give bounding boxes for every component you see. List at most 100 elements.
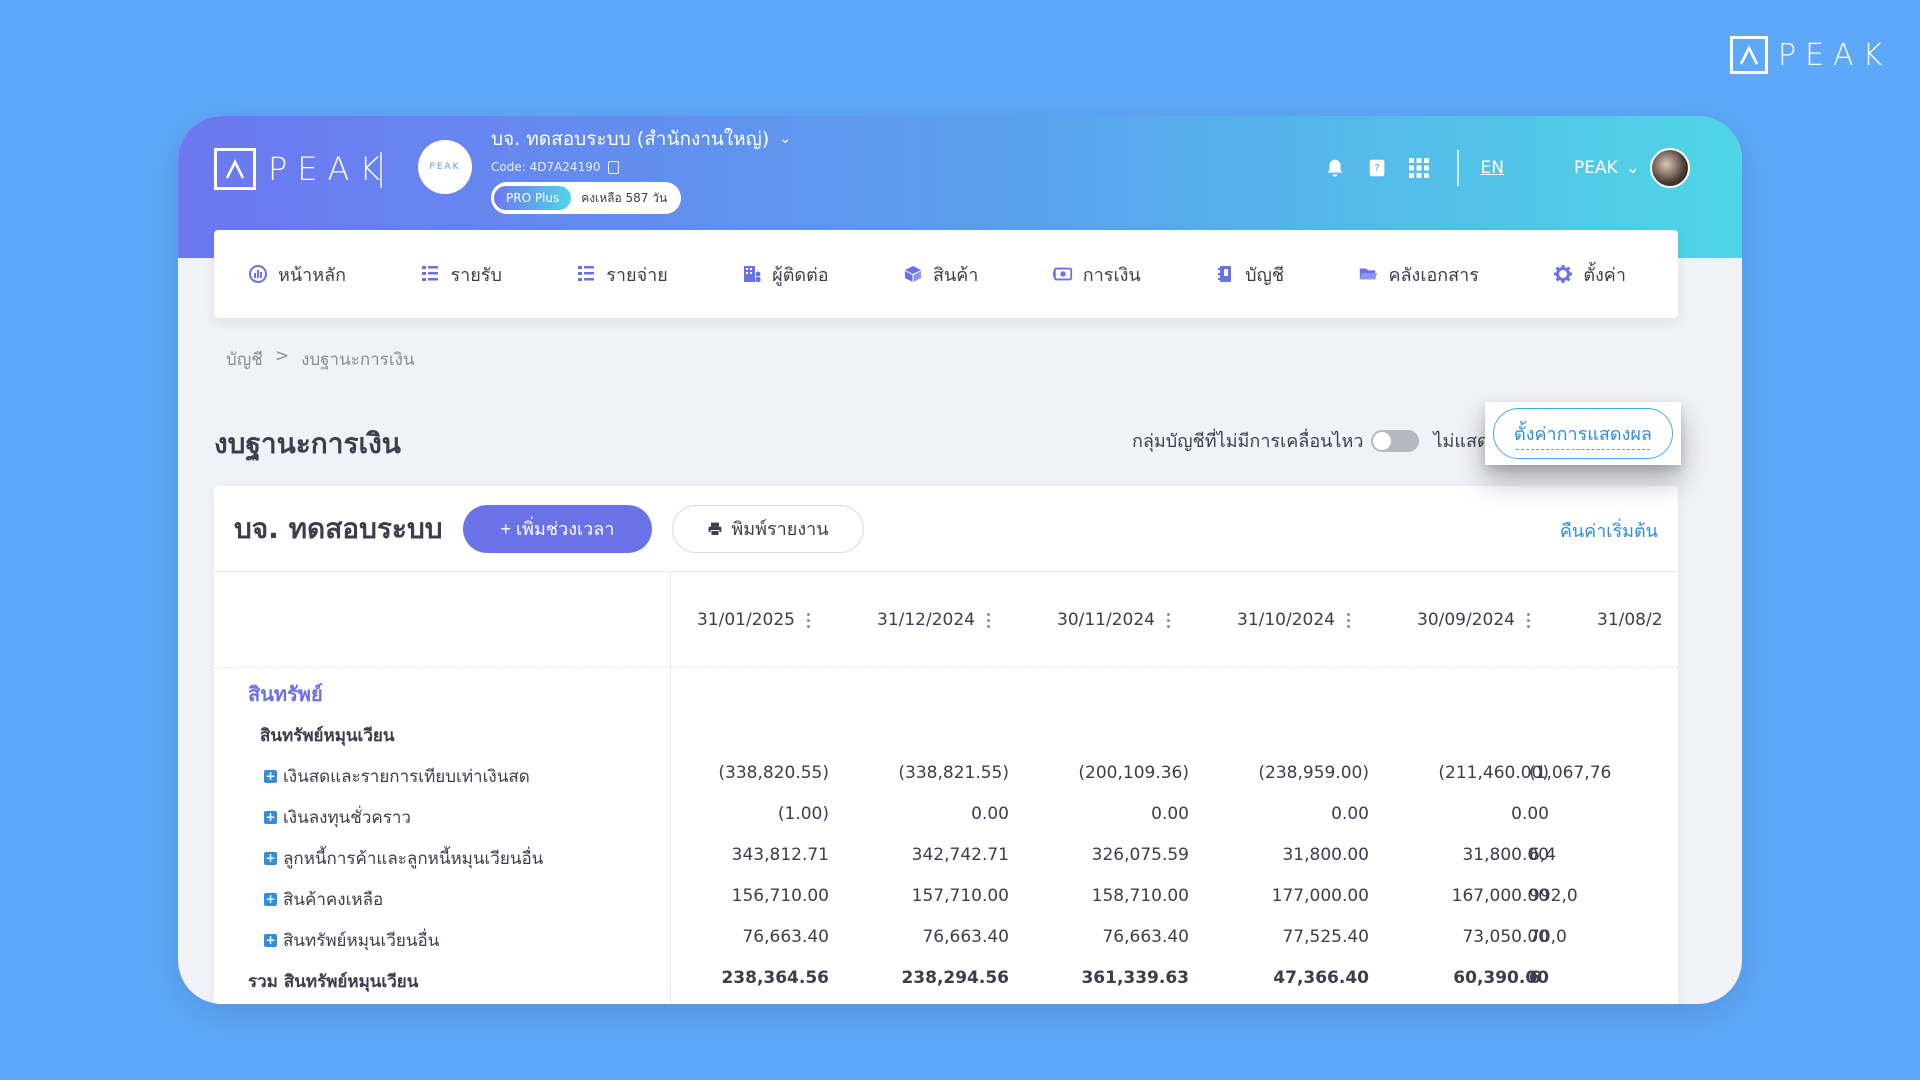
nav-label: การเงิน bbox=[1082, 264, 1141, 286]
nav-label: รายจ่าย bbox=[606, 264, 668, 286]
plan-days-remaining: คงเหลือ 587 วัน bbox=[581, 190, 668, 205]
language-switch[interactable]: EN bbox=[1481, 158, 1504, 178]
cell-value: 0.00 bbox=[1511, 804, 1549, 824]
nav-item-dashboard[interactable]: หน้าหลัก bbox=[248, 260, 346, 289]
inactive-accounts-toggle[interactable] bbox=[1371, 429, 1420, 452]
nav-item-contacts[interactable]: ผู้ติดต่อ bbox=[742, 260, 829, 289]
cell-value: 238,294.56 bbox=[901, 968, 1009, 988]
cell-value: (338,820.55) bbox=[718, 763, 829, 783]
table-row[interactable]: + เงินสดและรายการเทียบเท่าเงินสด (338,820.… bbox=[214, 753, 1678, 794]
date-column-header: 30/09/2024 bbox=[1417, 610, 1530, 630]
row-label-text: ลูกหนี้การค้าและลูกหนี้หมุนเวียนอื่น bbox=[283, 849, 544, 869]
more-options-icon[interactable] bbox=[1166, 612, 1170, 628]
copy-icon[interactable] bbox=[608, 160, 620, 174]
cell-value: 0.00 bbox=[1151, 804, 1189, 824]
row-label-text: สินทรัพย์หมุนเวียนอื่น bbox=[283, 931, 440, 951]
bell-icon[interactable] bbox=[1321, 154, 1349, 182]
gear-icon bbox=[1554, 265, 1573, 283]
row-label-text: เงินสดและรายการเทียบเท่าเงินสด bbox=[283, 767, 530, 787]
row-label: + เงินลงทุนชั่วคราว bbox=[264, 804, 411, 831]
nav-item-accounting[interactable]: บัญชี bbox=[1215, 260, 1284, 289]
nav-item-product[interactable]: สินค้า bbox=[903, 260, 978, 289]
cell-value: 157,710.00 bbox=[911, 886, 1009, 906]
cell-value: (1,067,76 bbox=[1529, 763, 1612, 783]
display-settings-button[interactable]: ตั้งค่าการแสดงผล bbox=[1493, 408, 1673, 459]
expand-plus-icon[interactable]: + bbox=[264, 770, 277, 783]
plan-pill[interactable]: PRO Plus คงเหลือ 587 วัน bbox=[491, 182, 682, 214]
company-selector[interactable]: บจ. ทดสอบระบบ (สำนักงานใหญ่) ⌄ bbox=[491, 124, 791, 154]
table-row[interactable]: + สินค้าคงเหลือ 156,710.00 157,710.00 158,71… bbox=[214, 876, 1678, 917]
contacts-icon bbox=[744, 266, 761, 282]
table-row: รวม สินทรัพย์หมุนเวียน 238,364.56 238,294.5… bbox=[214, 958, 1678, 999]
cell-value: 76,663.40 bbox=[1102, 927, 1189, 947]
table-body: สินทรัพย์ สินทรัพย์หมุนเวียน + เงินสดและราย… bbox=[214, 668, 1678, 999]
peak-logo-icon bbox=[214, 148, 256, 190]
display-settings-highlight: ตั้งค่าการแสดงผล bbox=[1485, 402, 1681, 465]
cell-value: 343,812.71 bbox=[731, 845, 829, 865]
svg-text:?: ? bbox=[1374, 163, 1379, 174]
cell-value: 177,000.00 bbox=[1271, 886, 1369, 906]
cell-value: 76,663.40 bbox=[742, 927, 829, 947]
nav-item-income[interactable]: รายรับ bbox=[420, 260, 502, 289]
breadcrumb-root[interactable]: บัญชี bbox=[226, 346, 263, 373]
expand-plus-icon[interactable]: + bbox=[264, 852, 277, 865]
user-menu[interactable]: PEAK ⌄ bbox=[1574, 158, 1640, 178]
expand-plus-icon[interactable]: + bbox=[264, 893, 277, 906]
nav-item-finance[interactable]: การเงิน bbox=[1052, 260, 1141, 289]
add-period-button[interactable]: + เพิ่มช่วงเวลา bbox=[462, 504, 653, 553]
table-row[interactable]: + เงินลงทุนชั่วคราว (1.00) 0.00 0.00 0.00 0.00 bbox=[214, 794, 1678, 835]
row-label: + เงินสดและรายการเทียบเท่าเงินสด bbox=[264, 763, 530, 790]
more-options-icon[interactable] bbox=[806, 612, 810, 628]
avatar[interactable] bbox=[1650, 148, 1690, 188]
row-label: สินทรัพย์ bbox=[248, 678, 323, 710]
cell-value: 31,800.00 bbox=[1462, 845, 1549, 865]
reset-default-link[interactable]: คืนค่าเริ่มต้น bbox=[1560, 516, 1658, 545]
finance-icon bbox=[1052, 267, 1072, 281]
expand-plus-icon[interactable]: + bbox=[264, 811, 277, 824]
company-avatar[interactable]: PEAK bbox=[418, 140, 472, 194]
more-options-icon[interactable] bbox=[1346, 612, 1350, 628]
cell-value: 0.00 bbox=[971, 804, 1009, 824]
print-report-button[interactable]: พิมพ์รายงาน bbox=[672, 504, 864, 553]
cell-value: 361,339.63 bbox=[1081, 968, 1189, 988]
nav-label: รายรับ bbox=[450, 264, 502, 286]
cell-value: 158,710.00 bbox=[1091, 886, 1189, 906]
report-card-header: บจ. ทดสอบระบบ + เพิ่มช่วงเวลา พิมพ์รายงา… bbox=[214, 486, 1678, 572]
table-row[interactable]: + สินทรัพย์หมุนเวียนอื่น 76,663.40 76,663.4… bbox=[214, 917, 1678, 958]
date-header-row: 31/01/2025 31/12/2024 30/11/2024 31/10/2024… bbox=[214, 572, 1678, 668]
nav-item-expense[interactable]: รายจ่าย bbox=[576, 260, 668, 289]
breadcrumb-current: งบฐานะการเงิน bbox=[301, 350, 415, 370]
more-options-icon[interactable] bbox=[986, 612, 990, 628]
date-label: 30/09/2024 bbox=[1417, 610, 1515, 630]
nav-label: ผู้ติดต่อ bbox=[772, 264, 829, 286]
table-row[interactable]: + ลูกหนี้การค้าและลูกหนี้หมุนเวียนอื่น 343… bbox=[214, 835, 1678, 876]
folder-icon bbox=[1360, 268, 1378, 280]
date-label: 30/11/2024 bbox=[1057, 610, 1155, 630]
cell-value: 342,742.71 bbox=[911, 845, 1009, 865]
expand-plus-icon[interactable]: + bbox=[264, 934, 277, 947]
nav-label: สินค้า bbox=[932, 264, 979, 286]
header-logo[interactable]: PEAK bbox=[214, 148, 390, 190]
cell-value: (338,821.55) bbox=[898, 763, 1009, 783]
nav-label: ตั้งค่า bbox=[1583, 264, 1626, 286]
more-options-icon[interactable] bbox=[1526, 612, 1530, 628]
cell-value: 73,050.00 bbox=[1462, 927, 1549, 947]
app-window: PEAK PEAK บจ. ทดสอบระบบ (สำนักงานใหญ่) ⌄… bbox=[178, 116, 1742, 1004]
help-book-icon[interactable]: ? bbox=[1363, 154, 1391, 182]
nav-label: คลังเอกสาร bbox=[1388, 264, 1479, 286]
nav-item-documents[interactable]: คลังเอกสาร bbox=[1358, 260, 1479, 289]
company-name: บจ. ทดสอบระบบ (สำนักงานใหญ่) bbox=[491, 128, 770, 150]
peak-logo-icon bbox=[1730, 36, 1768, 74]
table-row: สินทรัพย์ bbox=[214, 668, 1678, 712]
cell-value: 238,364.56 bbox=[721, 968, 829, 988]
cell-value: (200,109.36) bbox=[1078, 763, 1189, 783]
income-icon bbox=[422, 266, 439, 281]
inactive-accounts-toggle-row: กลุ่มบัญชีที่ไม่มีการเคลื่อนไหว ไม่แสดงผ… bbox=[1132, 426, 1519, 455]
brand-logo: PEAK bbox=[1730, 36, 1891, 74]
balance-sheet-table: 31/01/2025 31/12/2024 30/11/2024 31/10/2024… bbox=[214, 572, 1678, 1004]
date-label: 31/01/2025 bbox=[697, 610, 795, 630]
cell-value: (211,460.00) bbox=[1438, 763, 1549, 783]
nav-item-settings[interactable]: ตั้งค่า bbox=[1553, 260, 1626, 289]
cell-value: 0.00 bbox=[1331, 804, 1369, 824]
apps-grid-icon[interactable] bbox=[1405, 154, 1433, 182]
